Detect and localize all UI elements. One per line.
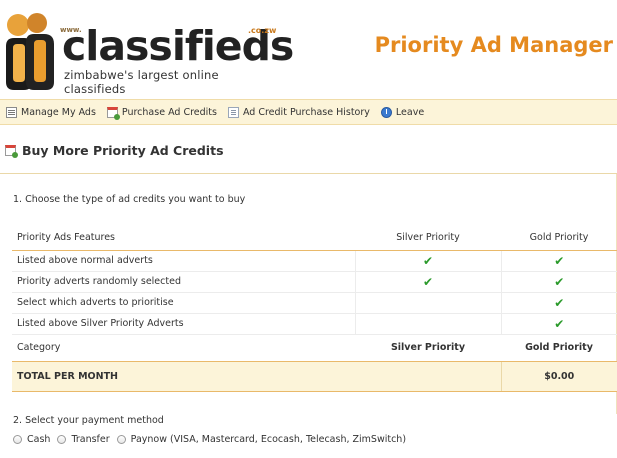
logo-figures-icon [6, 13, 54, 90]
main-nav: Manage My Ads Purchase Ad Credits Ad Cre… [0, 99, 617, 125]
nav-ad-credit-purchase-history[interactable]: Ad Credit Purchase History [227, 106, 370, 118]
list-icon [6, 106, 17, 118]
logo-tagline: zimbabwe's largest online classifieds [64, 68, 219, 96]
total-silver [355, 360, 502, 392]
radio-button[interactable] [13, 435, 22, 444]
check-icon: ✔ [422, 253, 434, 268]
category-gold[interactable]: Gold Priority [501, 334, 617, 362]
check-icon: ✔ [554, 274, 565, 289]
nav-label: Purchase Ad Credits [121, 106, 217, 118]
nav-label: Manage My Ads [21, 106, 96, 118]
logo-domain: .co.zw [248, 26, 277, 35]
total-label: TOTAL PER MONTH [12, 360, 355, 392]
nav-label: Leave [395, 106, 425, 118]
feature-cell: Listed above normal adverts [12, 250, 356, 272]
table-row: Priority adverts randomly selected ✔ ✔ [12, 271, 617, 293]
feature-cell: Priority adverts randomly selected [12, 271, 356, 293]
purchase-panel: 1. Choose the type of ad credits you wan… [0, 173, 617, 458]
payment-label: Transfer [71, 434, 110, 445]
calendar-add-icon [5, 145, 18, 158]
total-amount: $0.00 [501, 360, 617, 392]
check-icon: ✔ [422, 274, 434, 289]
features-table: Priority Ads Features Silver Priority Go… [12, 225, 617, 392]
category-label: Category [12, 334, 355, 362]
nav-leave[interactable]: Leave [380, 106, 425, 118]
check-icon: ✔ [554, 253, 565, 268]
radio-button[interactable] [116, 435, 126, 444]
payment-option-paynow[interactable]: Paynow (VISA, Mastercard, Ecocash, Telec… [116, 434, 407, 445]
payment-label: Cash [27, 434, 51, 445]
feature-cell: Select which adverts to prioritise [12, 292, 356, 314]
nav-manage-my-ads[interactable]: Manage My Ads [6, 106, 96, 118]
table-row: Listed above Silver Priority Adverts ✔ [12, 313, 617, 335]
total-row: TOTAL PER MONTH $0.00 [12, 360, 617, 392]
category-row: Category Silver Priority Gold Priority [12, 334, 617, 362]
check-icon: ✔ [554, 316, 565, 331]
nav-label: Ad Credit Purchase History [242, 106, 370, 118]
header: www. classifieds .co.zw zimbabwe's large… [0, 0, 617, 96]
app-title: Priority Ad Manager [374, 33, 613, 57]
feature-cell: Listed above Silver Priority Adverts [12, 313, 356, 335]
power-icon [380, 106, 392, 118]
header-silver: Silver Priority [355, 225, 501, 251]
site-logo[interactable]: www. classifieds .co.zw zimbabwe's large… [4, 12, 294, 96]
table-header-row: Priority Ads Features Silver Priority Go… [12, 225, 617, 251]
section-heading: Buy More Priority Ad Credits [5, 143, 224, 158]
payment-option-transfer[interactable]: Transfer [57, 434, 110, 445]
table-row: Select which adverts to prioritise ✔ [12, 292, 617, 314]
page-title: Buy More Priority Ad Credits [22, 143, 224, 158]
step1-label: 1. Choose the type of ad credits you wan… [13, 194, 246, 205]
category-silver[interactable]: Silver Priority [355, 334, 501, 362]
calendar-add-icon [106, 106, 120, 120]
nav-purchase-ad-credits[interactable]: Purchase Ad Credits [106, 106, 217, 120]
table-row: Listed above normal adverts ✔ ✔ [12, 250, 617, 272]
step2-label: 2. Select your payment method [13, 415, 164, 426]
check-icon: ✔ [554, 295, 565, 310]
payment-methods: Cash Transfer Paynow (VISA, Mastercard, … [13, 434, 413, 445]
payment-label: Paynow (VISA, Mastercard, Ecocash, Telec… [130, 434, 407, 445]
page-icon [227, 106, 239, 118]
header-gold: Gold Priority [501, 225, 617, 251]
header-feature: Priority Ads Features [12, 225, 355, 251]
payment-option-cash[interactable]: Cash [13, 434, 50, 445]
radio-button[interactable] [57, 435, 67, 444]
